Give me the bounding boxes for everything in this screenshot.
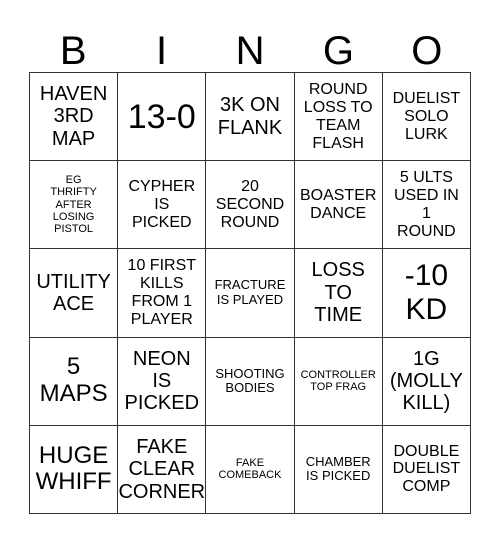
bingo-cell[interactable]: 5 ULTS USED IN 1 ROUND (382, 161, 471, 250)
bingo-card-grid: HAVEN 3RD MAP 13-0 3K ON FLANK ROUND LOSS T… (29, 72, 471, 514)
bingo-cell[interactable]: NEON IS PICKED (118, 337, 207, 426)
bingo-cell[interactable]: HUGE WHIFF (30, 425, 119, 514)
header-letter-i: I (156, 29, 168, 73)
bingo-cell[interactable]: 1G (MOLLY KILL) (382, 337, 471, 426)
bingo-cell[interactable]: CHAMBER IS PICKED (294, 425, 383, 514)
bingo-cell[interactable]: DUELIST SOLO LURK (382, 73, 471, 162)
bingo-cell[interactable]: DOUBLE DUELIST COMP (382, 425, 471, 514)
bingo-cell[interactable]: FAKE CLEAR CORNER (118, 425, 207, 514)
bingo-cell[interactable]: EG THRIFTY AFTER LOSING PISTOL (30, 161, 119, 250)
bingo-cell[interactable]: CONTROLLER TOP FRAG (294, 337, 383, 426)
bingo-cell[interactable]: SHOOTING BODIES (206, 337, 295, 426)
bingo-cell[interactable]: 5 MAPS (30, 337, 119, 426)
bingo-cell[interactable]: 20 SECOND ROUND (206, 161, 295, 250)
header-letter-o: O (411, 29, 443, 73)
bingo-cell[interactable]: 13-0 (118, 73, 207, 162)
bingo-cell[interactable]: BOASTER DANCE (294, 161, 383, 250)
bingo-cell[interactable]: FRACTURE IS PLAYED (206, 249, 295, 338)
bingo-cell[interactable]: CYPHER IS PICKED (118, 161, 207, 250)
bingo-cell[interactable]: HAVEN 3RD MAP (30, 73, 119, 162)
bingo-cell[interactable]: 3K ON FLANK (206, 73, 295, 162)
bingo-cell[interactable]: FAKE COMEBACK (206, 425, 295, 514)
bingo-cell[interactable]: ROUND LOSS TO TEAM FLASH (294, 73, 383, 162)
bingo-cell[interactable]: -10 KD (382, 249, 471, 338)
header-letter-b: B (59, 29, 87, 73)
bingo-cell[interactable]: 10 FIRST KILLS FROM 1 PLAYER (118, 249, 207, 338)
bingo-cell[interactable]: LOSS TO TIME (294, 249, 383, 338)
header-letter-n: N (235, 29, 265, 73)
bingo-header: B I N G O (29, 30, 471, 72)
header-letter-g: G (322, 29, 354, 73)
bingo-cell[interactable]: UTILITY ACE (30, 249, 119, 338)
